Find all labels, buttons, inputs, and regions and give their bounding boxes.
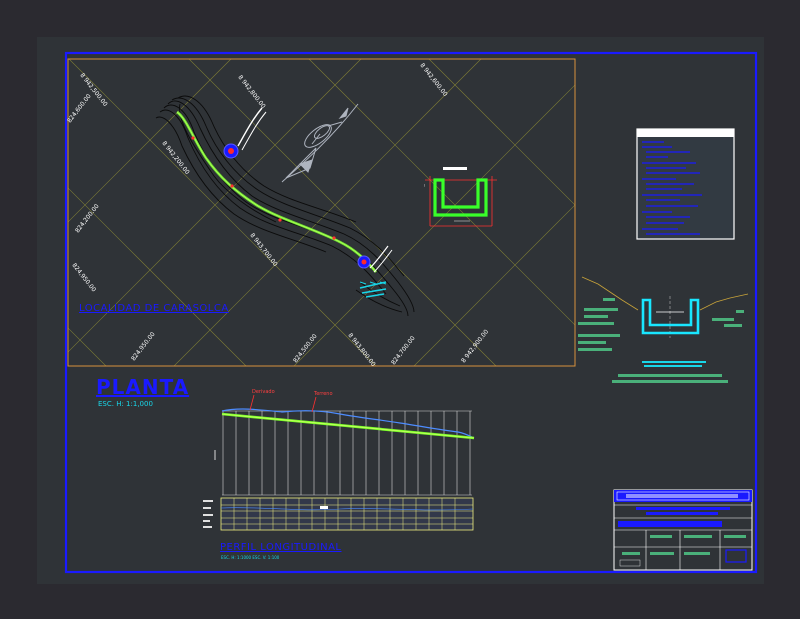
locality-label: LOCALIDAD DE CARASOLCA [79,303,229,314]
profile-marker-terreno: Terreno [314,391,333,397]
profile-scales: ESC. H: 1:1000 ESC. V: 1:100 [221,555,280,560]
svg-text:|: | [424,183,425,187]
title-block [613,489,753,571]
planta-scale: ESC. H: 1:1,000 [98,400,153,408]
notes-legend-box [636,128,735,240]
planta-title: PLANTA [96,375,190,399]
profile-marker-derivado: Derivado [252,389,275,395]
profile-title: PERFIL LONGITUDINAL [220,542,342,553]
